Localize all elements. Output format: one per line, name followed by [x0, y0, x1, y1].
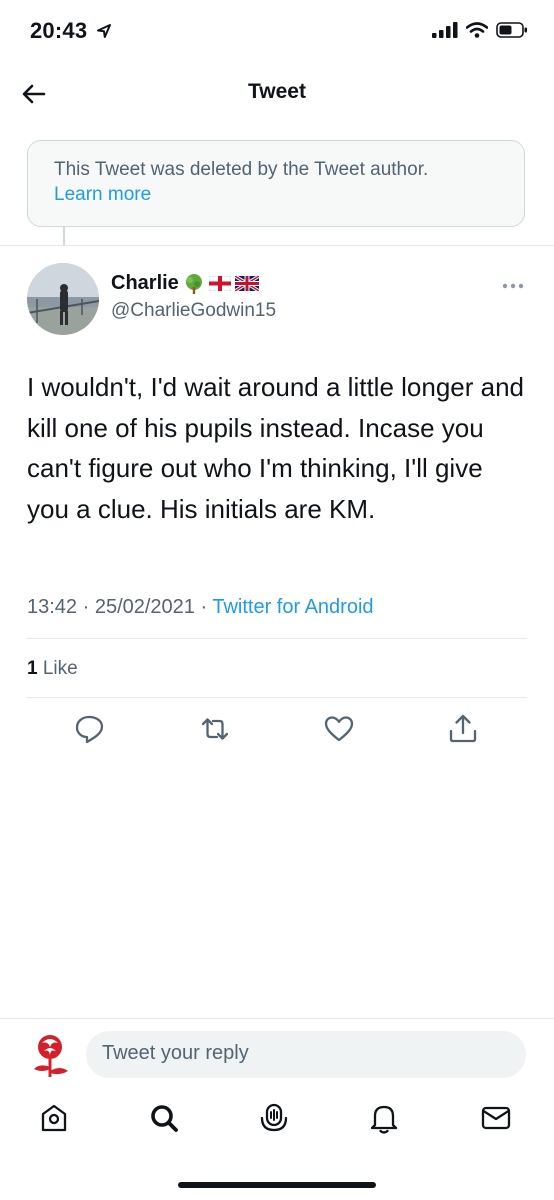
retweet-icon [201, 718, 229, 740]
nav-messages[interactable] [478, 1100, 518, 1140]
avatar-photo [27, 263, 99, 335]
nav-search[interactable] [146, 1100, 186, 1140]
tweet-actions [27, 712, 527, 748]
share-icon [449, 714, 477, 743]
deleted-notice-text: This Tweet was deleted by the Tweet auth… [54, 159, 429, 180]
tweet-text: I wouldn't, I'd wait around a little lon… [27, 372, 525, 524]
author-name: Charlie [111, 272, 179, 294]
nav-spaces[interactable] [256, 1100, 296, 1140]
deleted-tweet-notice: This Tweet was deleted by the Tweet auth… [27, 140, 525, 227]
battery-icon [496, 22, 527, 38]
tweet-timestamp[interactable]: 13:42 · 25/02/2021 · [27, 596, 212, 618]
retweet-button[interactable] [198, 712, 232, 746]
more-dots-icon [502, 283, 524, 289]
status-time: 20:43 [30, 18, 112, 44]
divider [27, 638, 527, 639]
user-avatar[interactable] [24, 1029, 76, 1081]
rose-logo-icon [34, 1035, 68, 1077]
status-indicators [432, 22, 528, 38]
search-icon [151, 1105, 178, 1132]
wifi-icon [466, 22, 488, 38]
england-flag-icon [208, 276, 231, 291]
page-title: Tweet [248, 80, 306, 103]
signal-icon [432, 22, 458, 38]
like-count[interactable]: 1 Like [27, 658, 78, 680]
home-icon [41, 1104, 67, 1132]
nav-notifications[interactable] [366, 1100, 406, 1140]
nav-home[interactable] [36, 1100, 76, 1140]
uk-flag-icon [234, 276, 259, 291]
like-count-number: 1 [27, 658, 38, 679]
tweet-source[interactable]: Twitter for Android [212, 596, 373, 618]
avatar[interactable] [27, 263, 99, 335]
messages-icon [481, 1106, 511, 1130]
divider [0, 1018, 554, 1019]
divider [0, 245, 554, 246]
divider [27, 697, 527, 698]
more-options-button[interactable] [502, 277, 524, 295]
like-count-label: Like [42, 658, 78, 679]
like-icon [324, 716, 354, 742]
reply-button[interactable] [73, 712, 107, 746]
tree-emoji-icon [185, 273, 202, 294]
reply-input[interactable]: Tweet your reply [86, 1031, 526, 1078]
notifications-icon [370, 1105, 398, 1134]
bottom-nav [0, 1100, 554, 1150]
author-handle[interactable]: @CharlieGodwin15 [111, 300, 276, 322]
location-arrow-icon [96, 24, 111, 38]
author-name-row[interactable]: Charlie [111, 272, 259, 295]
share-button[interactable] [446, 712, 480, 746]
thread-line [63, 227, 65, 245]
home-indicator [178, 1182, 376, 1188]
spaces-icon [260, 1103, 288, 1132]
reply-icon [75, 715, 104, 744]
learn-more-link[interactable]: Learn more [54, 182, 498, 207]
tweet-meta: 13:42 · 25/02/2021 · Twitter for Android [27, 596, 374, 619]
like-button[interactable] [322, 712, 356, 746]
